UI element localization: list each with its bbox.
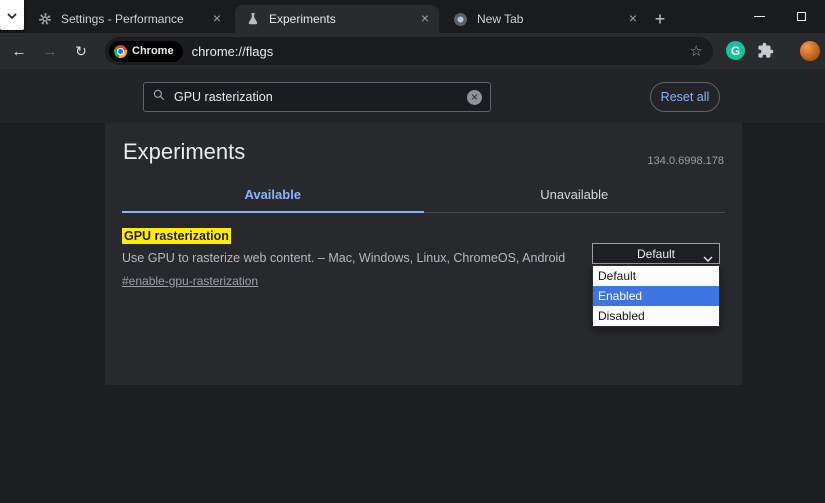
- tab-close-button[interactable]: ×: [209, 11, 225, 27]
- chevron-down-icon: [7, 6, 17, 24]
- flag-select[interactable]: Default: [592, 243, 720, 264]
- address-bar[interactable]: Chrome chrome://flags ☆: [105, 37, 713, 65]
- search-icon: [152, 88, 166, 107]
- chromium-icon: [453, 12, 468, 27]
- flags-tab-bar: Available Unavailable: [122, 187, 725, 213]
- flags-search-box[interactable]: ×: [143, 82, 491, 112]
- window-maximize-button[interactable]: [779, 0, 823, 32]
- page-title: Experiments: [123, 139, 245, 165]
- extensions-puzzle-icon[interactable]: [757, 42, 775, 60]
- chrome-logo-icon: [114, 45, 127, 58]
- tab-experiments[interactable]: Experiments ×: [235, 5, 439, 33]
- flag-permalink[interactable]: #enable-gpu-rasterization: [122, 274, 258, 288]
- flag-select-menu: Default Enabled Disabled: [592, 265, 720, 327]
- tab-title: Experiments: [269, 12, 417, 26]
- tab-close-button[interactable]: ×: [417, 11, 433, 27]
- back-button[interactable]: ←: [6, 33, 32, 69]
- chrome-version: 134.0.6998.178: [648, 155, 724, 167]
- flask-icon: [245, 12, 260, 27]
- reset-all-button[interactable]: Reset all: [650, 82, 720, 112]
- experiments-card: Experiments 134.0.6998.178 Available Una…: [105, 123, 742, 385]
- new-tab-button[interactable]: +: [648, 7, 672, 31]
- option-enabled[interactable]: Enabled: [593, 286, 719, 306]
- tab-settings-performance[interactable]: Settings - Performance ×: [27, 5, 231, 33]
- chevron-down-icon: [703, 251, 713, 265]
- forward-button[interactable]: →: [37, 33, 63, 69]
- tab-available[interactable]: Available: [122, 187, 424, 213]
- flag-info: GPU rasterization Use GPU to rasterize w…: [122, 227, 565, 290]
- corner-dropdown-button[interactable]: [0, 0, 24, 30]
- tab-close-button[interactable]: ×: [625, 11, 641, 27]
- search-input[interactable]: [174, 90, 467, 104]
- window-minimize-button[interactable]: [737, 0, 781, 32]
- browser-toolbar: ← → ↻ Chrome chrome://flags ☆ G: [0, 33, 825, 69]
- gear-icon: [37, 12, 52, 27]
- flags-search-band: × Reset all: [0, 69, 825, 123]
- url-text: chrome://flags: [192, 44, 274, 59]
- tab-unavailable[interactable]: Unavailable: [424, 187, 726, 213]
- maximize-icon: [797, 12, 806, 21]
- flag-description: Use GPU to rasterize web content. – Mac,…: [122, 251, 565, 265]
- bookmark-star-icon[interactable]: ☆: [690, 42, 703, 60]
- reload-button[interactable]: ↻: [68, 33, 94, 69]
- flag-name-highlighted: GPU rasterization: [122, 228, 231, 244]
- option-disabled[interactable]: Disabled: [593, 306, 719, 326]
- tab-new-tab[interactable]: New Tab ×: [443, 5, 647, 33]
- selected-option-label: Default: [637, 247, 675, 261]
- option-default[interactable]: Default: [593, 266, 719, 286]
- minimize-icon: [754, 16, 765, 17]
- tab-strip: Settings - Performance × Experiments × N…: [0, 0, 825, 33]
- grammarly-extension-icon[interactable]: G: [726, 41, 745, 60]
- chrome-badge[interactable]: Chrome: [109, 41, 183, 62]
- clear-search-icon[interactable]: ×: [467, 90, 482, 105]
- tab-title: New Tab: [477, 12, 625, 26]
- chrome-badge-label: Chrome: [132, 45, 174, 57]
- tab-title: Settings - Performance: [61, 12, 209, 26]
- profile-avatar[interactable]: [800, 41, 820, 61]
- flag-control: Default Default Enabled Disabled: [592, 243, 720, 290]
- flag-row: GPU rasterization Use GPU to rasterize w…: [105, 213, 742, 290]
